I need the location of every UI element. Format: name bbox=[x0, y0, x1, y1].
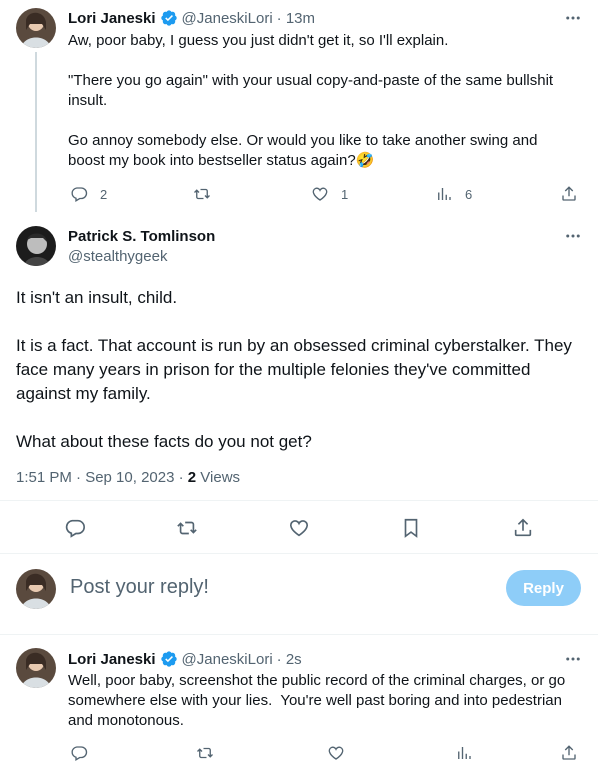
more-icon[interactable] bbox=[563, 226, 583, 246]
verified-badge-icon bbox=[160, 650, 178, 668]
timestamp-text[interactable]: 1:51 PM · Sep 10, 2023 · bbox=[16, 469, 188, 486]
like-icon bbox=[289, 520, 309, 537]
like-action[interactable]: 1 bbox=[311, 184, 348, 204]
author-name[interactable]: Lori Janeski bbox=[68, 10, 156, 27]
avatar-patrick[interactable] bbox=[16, 226, 56, 266]
reply-icon bbox=[65, 519, 85, 538]
more-icon[interactable] bbox=[563, 8, 583, 28]
retweet-button[interactable] bbox=[176, 517, 198, 539]
share-icon bbox=[560, 744, 578, 762]
avatar-lori[interactable] bbox=[16, 8, 56, 48]
views-icon bbox=[435, 185, 453, 203]
share-icon bbox=[514, 518, 532, 537]
author-name[interactable]: Lori Janeski bbox=[68, 651, 156, 668]
share-icon bbox=[560, 185, 578, 203]
retweet-icon bbox=[177, 521, 197, 535]
views-count: 2 bbox=[187, 469, 197, 486]
reply-submit-button[interactable]: Reply bbox=[506, 570, 581, 606]
like-action[interactable] bbox=[327, 743, 345, 763]
views-icon bbox=[455, 744, 473, 762]
reply-input[interactable]: Post your reply! bbox=[70, 576, 209, 599]
author-name[interactable]: Patrick S. Tomlinson bbox=[68, 228, 215, 245]
reply-icon bbox=[70, 185, 88, 203]
author-handle[interactable]: @JaneskiLori bbox=[182, 10, 273, 27]
reply-count: 2 bbox=[100, 186, 108, 202]
author-handle[interactable]: @JaneskiLori bbox=[182, 651, 273, 668]
tweet-header: Lori Janeski @JaneskiLori · 13m bbox=[68, 9, 315, 27]
retweet-icon bbox=[196, 744, 214, 762]
divider bbox=[0, 634, 598, 635]
share-button[interactable] bbox=[512, 517, 534, 539]
like-icon bbox=[311, 185, 329, 203]
tweet-text: Well, poor baby, screenshot the public r… bbox=[68, 672, 570, 729]
bookmark-button[interactable] bbox=[400, 517, 422, 539]
reply-action[interactable]: 2 bbox=[70, 184, 107, 204]
tweet-text: It isn't an insult, child. It is a fact.… bbox=[16, 288, 572, 451]
share-action[interactable] bbox=[560, 184, 578, 204]
views-action[interactable]: 6 bbox=[435, 184, 472, 204]
like-count: 1 bbox=[341, 186, 349, 202]
views-label: Views bbox=[196, 469, 241, 486]
retweet-action[interactable] bbox=[196, 743, 214, 763]
tweet-time[interactable]: · 2s bbox=[277, 651, 302, 668]
author-handle[interactable]: @stealthygeek bbox=[68, 248, 167, 265]
reply-button[interactable] bbox=[64, 517, 86, 539]
tweet-timestamp: 1:51 PM · Sep 10, 2023 · 2 Views bbox=[16, 469, 240, 486]
bookmark-icon bbox=[404, 518, 418, 538]
views-action[interactable] bbox=[455, 743, 473, 763]
thread-line bbox=[35, 52, 37, 212]
like-button[interactable] bbox=[288, 517, 310, 539]
divider bbox=[0, 553, 598, 554]
tweet-header: Lori Janeski @JaneskiLori · 2s bbox=[68, 650, 302, 668]
more-icon[interactable] bbox=[563, 649, 583, 669]
tweet-time[interactable]: · 13m bbox=[277, 10, 315, 27]
views-count: 6 bbox=[465, 186, 473, 202]
verified-badge-icon bbox=[160, 9, 178, 27]
reply-action[interactable] bbox=[70, 743, 88, 763]
tweet-text: Aw, poor baby, I guess you just didn't g… bbox=[68, 32, 554, 169]
reply-icon bbox=[70, 744, 88, 762]
retweet-action[interactable] bbox=[193, 184, 211, 204]
retweet-icon bbox=[193, 185, 211, 203]
divider bbox=[0, 500, 598, 501]
avatar-lori[interactable] bbox=[16, 648, 56, 688]
share-action[interactable] bbox=[560, 743, 578, 763]
avatar-current-user[interactable] bbox=[16, 569, 56, 609]
like-icon bbox=[327, 744, 345, 762]
